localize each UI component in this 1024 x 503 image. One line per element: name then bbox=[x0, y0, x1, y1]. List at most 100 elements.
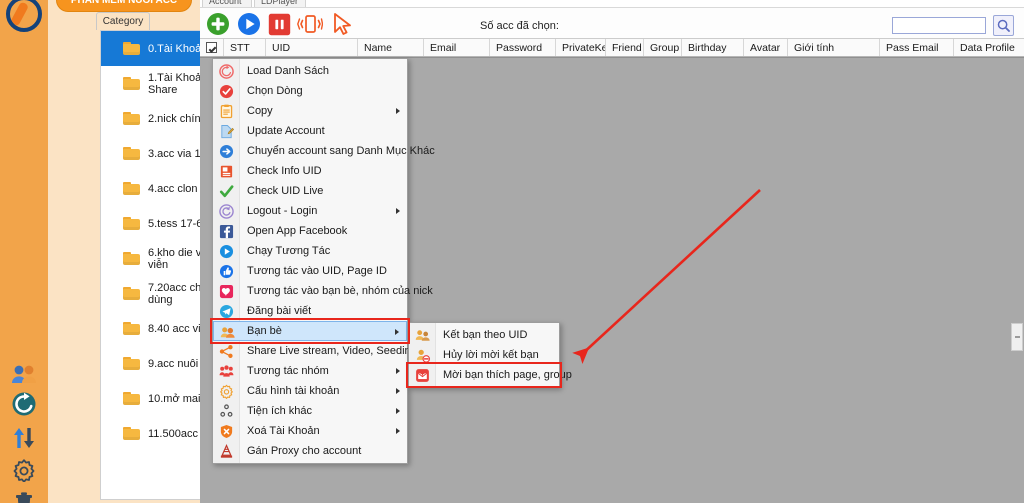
context-menu-item[interactable]: Update Account bbox=[213, 121, 407, 141]
clipboard-icon bbox=[218, 103, 234, 119]
context-menu-item[interactable]: Tương tác nhóm bbox=[213, 361, 407, 381]
context-menu-item[interactable]: Gán Proxy cho account bbox=[213, 441, 407, 461]
grid-column-header[interactable]: Data Profile bbox=[954, 39, 1024, 56]
shake-button[interactable] bbox=[296, 10, 324, 38]
folder-icon bbox=[123, 217, 140, 230]
category-item-label: 9.acc nuôi bbox=[148, 357, 199, 370]
checkbox-icon[interactable] bbox=[206, 42, 217, 53]
context-menu-item[interactable]: Tương tác vào bạn bè, nhóm của nick bbox=[213, 281, 433, 301]
grid-column-header[interactable]: Name bbox=[358, 39, 424, 56]
invite-page-icon bbox=[414, 367, 430, 383]
tab-ldplayer[interactable]: LDPlayer bbox=[254, 0, 306, 7]
context-menu-item[interactable]: Share Live stream, Video, Seeding bbox=[213, 341, 417, 361]
context-menu-item[interactable]: Cấu hình tài khoản bbox=[213, 381, 407, 401]
grid-column-label: Group bbox=[650, 41, 680, 54]
selected-count-label: Số acc đã chọn: bbox=[480, 20, 559, 32]
scrollbar-thumb[interactable] bbox=[1011, 323, 1023, 351]
friends-submenu[interactable]: Kết bạn theo UID Hủy lời mời kết bạn Mời… bbox=[408, 322, 572, 388]
context-menu-item[interactable]: Copy bbox=[213, 101, 407, 121]
grid-column-header[interactable]: PrivateKey bbox=[556, 39, 606, 56]
submenu-item[interactable]: Mời bạn thích page, group bbox=[409, 365, 572, 385]
search-button[interactable] bbox=[993, 15, 1014, 36]
cancel-friend-icon bbox=[414, 347, 430, 363]
context-menu-item-label: Logout - Login bbox=[247, 205, 318, 217]
submenu-arrow-icon bbox=[395, 329, 399, 335]
grid-column-header[interactable]: Birthday bbox=[682, 39, 744, 56]
toolbar: Số acc đã chọn: bbox=[200, 8, 1024, 39]
context-menu[interactable]: Load Danh Sách Chọn Dòng Copy Update Acc… bbox=[212, 58, 435, 464]
search-input[interactable] bbox=[892, 17, 986, 34]
context-menu-item[interactable]: Tiện ích khác bbox=[213, 401, 407, 421]
grid-column-label: Email bbox=[430, 41, 457, 54]
context-menu-item[interactable]: Đăng bài viết bbox=[213, 301, 407, 321]
context-menu-item[interactable]: Bạn bè bbox=[213, 321, 407, 341]
vertical-scrollbar[interactable] bbox=[1009, 58, 1024, 503]
stop-button[interactable] bbox=[265, 10, 293, 38]
cursor-button[interactable] bbox=[328, 10, 356, 38]
submenu-item[interactable]: Hủy lời mời kết bạn bbox=[409, 345, 559, 365]
context-menu-item-label: Đăng bài viết bbox=[247, 305, 312, 317]
share-nodes-icon bbox=[218, 343, 234, 359]
context-menu-item-label: Cấu hình tài khoản bbox=[247, 385, 340, 397]
context-menu-item[interactable]: Chạy Tương Tác bbox=[213, 241, 407, 261]
grid-column-header[interactable]: Password bbox=[490, 39, 556, 56]
context-menu-item[interactable]: Xoá Tài Khoản bbox=[213, 421, 407, 441]
grid-column-label: Password bbox=[496, 41, 543, 54]
friends-icon bbox=[219, 324, 235, 340]
gear-icon[interactable] bbox=[10, 456, 38, 484]
context-menu-item[interactable]: Logout - Login bbox=[213, 201, 407, 221]
grid-column-header[interactable]: Pass Email bbox=[880, 39, 954, 56]
grid-column-label: Birthday bbox=[688, 41, 727, 54]
folder-icon bbox=[123, 392, 140, 405]
context-menu-item[interactable]: Chuyển account sang Danh Mục Khác bbox=[213, 141, 435, 161]
grid-column-header[interactable]: Email bbox=[424, 39, 490, 56]
grid-column-header[interactable]: Giới tính bbox=[788, 39, 880, 56]
grid-column-header[interactable]: Avatar bbox=[744, 39, 788, 56]
add-button[interactable] bbox=[204, 10, 232, 38]
shield-delete-icon bbox=[218, 423, 234, 439]
grid-column-label: Friend bbox=[612, 41, 642, 54]
tab-strip: Account LDPlayer bbox=[200, 0, 1024, 8]
grid-column-label: Avatar bbox=[750, 41, 781, 54]
users-icon[interactable] bbox=[10, 360, 38, 388]
magnifier-icon bbox=[997, 19, 1010, 32]
tab-account[interactable]: Account bbox=[202, 0, 252, 7]
app-title-button[interactable]: PHẦN MỀM NUÔI ACC bbox=[56, 0, 192, 12]
heart-icon bbox=[218, 283, 234, 299]
folder-icon bbox=[123, 427, 140, 440]
submenu-item[interactable]: Kết bạn theo UID bbox=[409, 325, 559, 345]
context-menu-item[interactable]: Tương tác vào UID, Page ID bbox=[213, 261, 407, 281]
grid-column-header[interactable]: Group bbox=[644, 39, 682, 56]
category-item-label: 11.500acc bbox=[148, 427, 198, 440]
category-panel: PHẦN MỀM NUÔI ACC Category 0.Tài Khoản c… bbox=[48, 0, 240, 503]
info-book-icon bbox=[218, 163, 234, 179]
play-button[interactable] bbox=[235, 10, 263, 38]
tab-category[interactable]: Category bbox=[96, 12, 150, 30]
context-menu-item[interactable]: Load Danh Sách bbox=[213, 61, 407, 81]
grid-column-label: Name bbox=[364, 41, 393, 54]
refresh-icon[interactable] bbox=[10, 390, 38, 418]
context-menu-item[interactable]: Chọn Dòng bbox=[213, 81, 407, 101]
grid-column-label: Pass Email bbox=[886, 41, 939, 54]
grid-column-label: Data Profile bbox=[960, 41, 1015, 54]
grid-column-header[interactable]: STT bbox=[224, 39, 266, 56]
grid-select-all-header[interactable] bbox=[200, 39, 224, 56]
context-menu-item[interactable]: Check Info UID bbox=[213, 161, 407, 181]
context-menu-item-label: Tiện ích khác bbox=[247, 405, 313, 417]
context-menu-item-label: Check Info UID bbox=[247, 165, 322, 177]
sort-arrows-icon[interactable] bbox=[10, 424, 38, 452]
nodes-icon bbox=[218, 403, 234, 419]
left-rail bbox=[0, 0, 48, 503]
grid-column-label: PrivateKey bbox=[562, 41, 605, 54]
context-menu-item[interactable]: Open App Facebook bbox=[213, 221, 407, 241]
context-menu-item[interactable]: Check UID Live bbox=[213, 181, 407, 201]
context-menu-item-label: Chuyển account sang Danh Mục Khác bbox=[247, 145, 435, 157]
grid-column-header[interactable]: Friend bbox=[606, 39, 644, 56]
submenu-arrow-icon bbox=[396, 388, 400, 394]
submenu-arrow-icon bbox=[396, 368, 400, 374]
context-menu-item-label: Chọn Dòng bbox=[247, 85, 303, 97]
folder-icon bbox=[123, 77, 140, 90]
grid-column-header[interactable]: UID bbox=[266, 39, 358, 56]
trash-icon[interactable] bbox=[10, 488, 38, 503]
submenu-item-label: Hủy lời mời kết bạn bbox=[443, 349, 539, 361]
